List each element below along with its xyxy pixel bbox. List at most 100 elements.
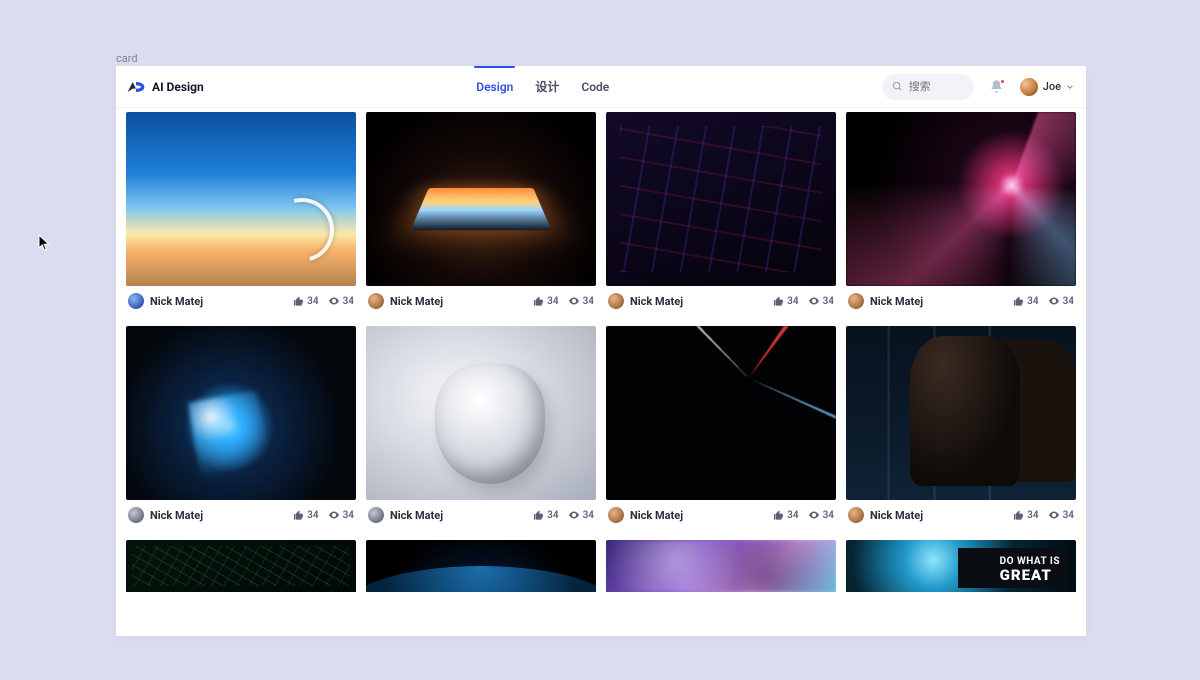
likes-stat[interactable]: 34 — [773, 296, 798, 307]
chevron-down-icon — [1066, 83, 1074, 91]
author-avatar[interactable] — [848, 507, 864, 523]
card-meta: Nick Matej 34 34 — [846, 500, 1076, 530]
author-name[interactable]: Nick Matej — [870, 509, 923, 522]
gallery-card[interactable]: Nick Matej 34 34 — [126, 326, 356, 530]
like-icon — [1013, 510, 1024, 521]
card-thumbnail[interactable] — [846, 326, 1076, 500]
gallery-card[interactable]: Nick Matej 34 34 — [366, 326, 596, 530]
notification-dot-icon — [1000, 79, 1005, 84]
views-stat[interactable]: 34 — [328, 509, 354, 521]
card-thumbnail[interactable] — [126, 540, 356, 592]
gallery-card[interactable] — [606, 540, 836, 592]
author-avatar[interactable] — [368, 507, 384, 523]
likes-stat[interactable]: 34 — [533, 296, 558, 307]
views-stat[interactable]: 34 — [568, 295, 594, 307]
like-icon — [773, 296, 784, 307]
header-actions: Joe — [882, 74, 1074, 100]
likes-stat[interactable]: 34 — [533, 510, 558, 521]
user-name-label: Joe — [1043, 80, 1061, 93]
gallery-card[interactable]: Nick Matej 34 34 — [606, 326, 836, 530]
card-thumbnail[interactable]: DO WHAT ISGREAT — [846, 540, 1076, 592]
card-thumbnail[interactable] — [366, 540, 596, 592]
page-tag-label: card — [116, 52, 138, 65]
notifications-button[interactable] — [988, 78, 1006, 96]
gallery-card[interactable] — [366, 540, 596, 592]
gallery-card[interactable]: Nick Matej 34 34 — [846, 112, 1076, 316]
like-icon — [533, 296, 544, 307]
nav-tab-design[interactable]: Design — [476, 66, 513, 107]
author-name[interactable]: Nick Matej — [390, 509, 443, 522]
card-thumbnail[interactable] — [366, 112, 596, 286]
card-meta: Nick Matej 34 34 — [366, 500, 596, 530]
likes-stat[interactable]: 34 — [773, 510, 798, 521]
card-meta: Nick Matej 34 34 — [126, 286, 356, 316]
gallery: Nick Matej 34 34 Nick Matej 34 34 Nick Matej 34… — [116, 108, 1086, 636]
gallery-card[interactable]: Nick Matej 34 34 — [366, 112, 596, 316]
card-meta: Nick Matej 34 34 — [366, 286, 596, 316]
views-stat[interactable]: 34 — [808, 295, 834, 307]
author-name[interactable]: Nick Matej — [630, 295, 683, 308]
views-stat[interactable]: 34 — [568, 509, 594, 521]
views-icon — [568, 295, 580, 307]
card-thumbnail[interactable] — [606, 112, 836, 286]
author-name[interactable]: Nick Matej — [390, 295, 443, 308]
card-meta: Nick Matej 34 34 — [606, 500, 836, 530]
nav-tab-code[interactable]: Code — [581, 66, 609, 107]
like-icon — [773, 510, 784, 521]
poster-caption: DO WHAT ISGREAT — [1000, 556, 1060, 584]
gallery-card[interactable]: Nick Matej 34 34 — [846, 326, 1076, 530]
search-icon — [892, 81, 903, 92]
likes-stat[interactable]: 34 — [1013, 510, 1038, 521]
views-icon — [1048, 295, 1060, 307]
cursor-icon — [37, 234, 51, 252]
search-input[interactable] — [909, 81, 964, 93]
like-icon — [533, 510, 544, 521]
author-avatar[interactable] — [128, 293, 144, 309]
card-meta: Nick Matej 34 34 — [606, 286, 836, 316]
brand[interactable]: AI Design — [126, 80, 204, 94]
views-icon — [808, 509, 820, 521]
like-icon — [293, 296, 304, 307]
search-box[interactable] — [882, 74, 974, 100]
author-avatar[interactable] — [608, 293, 624, 309]
gallery-card[interactable]: DO WHAT ISGREAT — [846, 540, 1076, 592]
author-avatar[interactable] — [128, 507, 144, 523]
like-icon — [293, 510, 304, 521]
views-stat[interactable]: 34 — [328, 295, 354, 307]
views-stat[interactable]: 34 — [1048, 509, 1074, 521]
likes-stat[interactable]: 34 — [293, 296, 318, 307]
user-menu[interactable]: Joe — [1020, 78, 1074, 96]
views-icon — [1048, 509, 1060, 521]
author-avatar[interactable] — [608, 507, 624, 523]
author-avatar[interactable] — [848, 293, 864, 309]
author-name[interactable]: Nick Matej — [150, 509, 203, 522]
gallery-card[interactable]: Nick Matej 34 34 — [606, 112, 836, 316]
card-thumbnail[interactable] — [126, 326, 356, 500]
views-stat[interactable]: 34 — [1048, 295, 1074, 307]
likes-stat[interactable]: 34 — [293, 510, 318, 521]
author-name[interactable]: Nick Matej — [630, 509, 683, 522]
card-thumbnail[interactable] — [126, 112, 356, 286]
app-window: AI Design Design 设计 Code Joe Nick Matej3 — [116, 66, 1086, 636]
card-meta: Nick Matej 34 34 — [846, 286, 1076, 316]
views-icon — [808, 295, 820, 307]
gallery-card[interactable]: Nick Matej 34 34 — [126, 112, 356, 316]
main-nav: Design 设计 Code — [204, 66, 882, 107]
author-avatar[interactable] — [368, 293, 384, 309]
views-icon — [568, 509, 580, 521]
card-thumbnail[interactable] — [606, 326, 836, 500]
views-icon — [328, 295, 340, 307]
nav-tab-sheji[interactable]: 设计 — [535, 66, 559, 107]
views-stat[interactable]: 34 — [808, 509, 834, 521]
card-thumbnail[interactable] — [606, 540, 836, 592]
like-icon — [1013, 296, 1024, 307]
card-thumbnail[interactable] — [366, 326, 596, 500]
card-thumbnail[interactable] — [846, 112, 1076, 286]
card-meta: Nick Matej 34 34 — [126, 500, 356, 530]
author-name[interactable]: Nick Matej — [870, 295, 923, 308]
gallery-card[interactable] — [126, 540, 356, 592]
likes-stat[interactable]: 34 — [1013, 296, 1038, 307]
brand-title: AI Design — [152, 80, 204, 94]
header: AI Design Design 设计 Code Joe — [116, 66, 1086, 108]
author-name[interactable]: Nick Matej — [150, 295, 203, 308]
